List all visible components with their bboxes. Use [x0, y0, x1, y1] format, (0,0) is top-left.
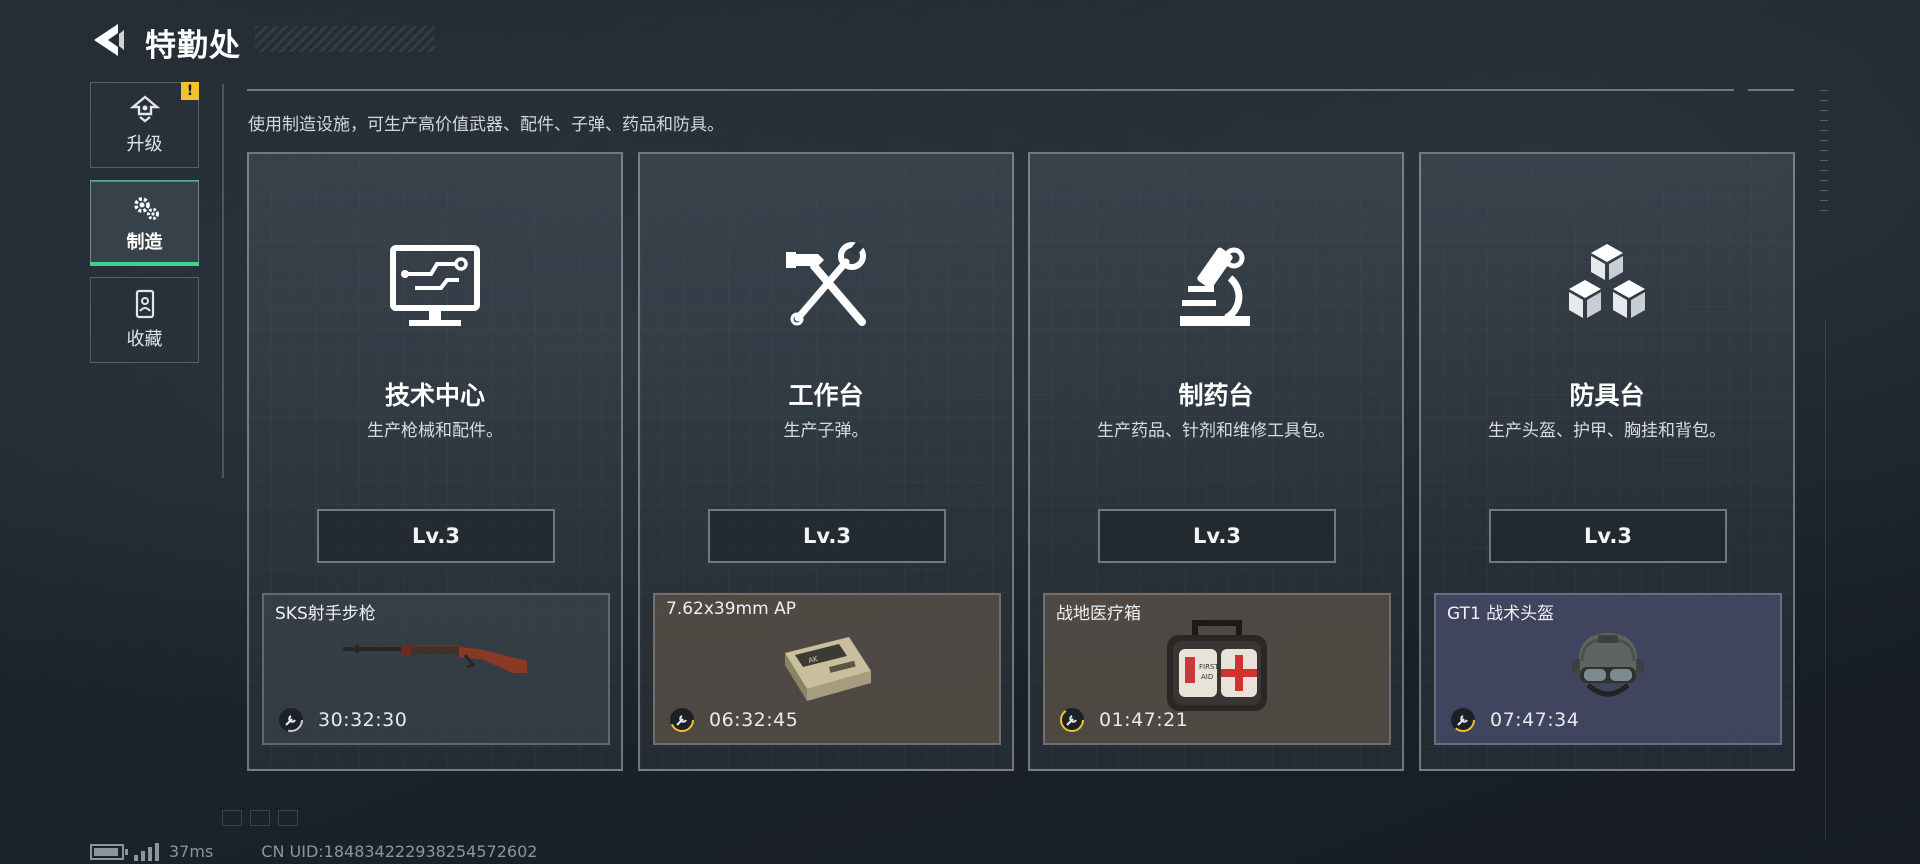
tactical-helmet-icon [1572, 633, 1644, 697]
station-card-armor[interactable]: 防具台 生产头盔、护甲、胸挂和背包。 Lv.3 GT1 战术头盔 07:47:3… [1419, 152, 1795, 771]
station-subtitle: 生产子弹。 [783, 421, 869, 441]
sidebar-item-collection[interactable]: 收藏 [90, 277, 199, 363]
svg-text:AID: AID [1201, 673, 1213, 681]
craft-timer: 01:47:21 [1059, 707, 1188, 733]
bottom-decoration [222, 810, 298, 826]
craft-item-name: SKS射手步枪 [275, 604, 376, 624]
station-level-button[interactable]: Lv.3 [1098, 509, 1336, 563]
craft-timer-text: 07:47:34 [1490, 709, 1580, 731]
station-card-pharmacy[interactable]: 制药台 生产药品、针剂和维修工具包。 Lv.3 战地医疗箱 FIRST AID … [1028, 152, 1404, 771]
station-subtitle: 生产药品、针剂和维修工具包。 [1097, 421, 1335, 441]
craft-timer: 30:32:30 [278, 707, 407, 733]
craft-timer-text: 01:47:21 [1099, 709, 1189, 731]
craft-item-name: 战地医疗箱 [1056, 604, 1141, 624]
station-title: 工作台 [788, 381, 864, 410]
craft-timer: 06:32:45 [669, 707, 798, 733]
right-edge-decoration [1820, 90, 1828, 220]
svg-text:FIRST: FIRST [1199, 663, 1219, 671]
page-description: 使用制造设施，可生产高价值武器、配件、子弹、药品和防具。 [248, 115, 724, 135]
sidebar-divider [222, 84, 224, 478]
sidebar-item-upgrade[interactable]: ! 升级 [90, 82, 199, 168]
top-divider [247, 89, 1734, 91]
right-edge-line [1825, 320, 1826, 840]
station-subtitle: 生产头盔、护甲、胸挂和背包。 [1488, 421, 1726, 441]
wrench-timer-icon [1060, 708, 1084, 732]
craft-timer-text: 06:32:45 [709, 709, 799, 731]
back-button[interactable] [88, 18, 132, 62]
wrench-timer-icon [279, 708, 303, 732]
craft-item-name: 7.62x39mm AP [666, 599, 796, 619]
station-level-button[interactable]: Lv.3 [317, 509, 555, 563]
craft-item-name: GT1 战术头盔 [1447, 604, 1555, 624]
user-uid: CN UID:184834222938254572602 [261, 842, 538, 861]
header-decoration [255, 26, 435, 52]
sidebar-item-craft[interactable]: 制造 [90, 180, 199, 266]
top-divider-end [1748, 89, 1794, 91]
wrench-timer-icon [670, 708, 694, 732]
alert-badge: ! [181, 82, 199, 100]
sidebar-item-label: 制造 [126, 232, 163, 253]
craft-timer-text: 30:32:30 [318, 709, 408, 731]
craft-slot[interactable]: 战地医疗箱 FIRST AID 01:47:21 [1043, 593, 1391, 745]
computer-monitor-icon [390, 245, 480, 326]
station-level-button[interactable]: Lv.3 [1489, 509, 1727, 563]
craft-timer: 07:47:34 [1450, 707, 1579, 733]
wrench-timer-icon [1451, 708, 1475, 732]
back-arrow-icon [94, 24, 124, 56]
ammo-box-icon: AK [785, 637, 871, 701]
microscope-icon [1180, 247, 1250, 326]
first-aid-kit-icon: FIRST AID [1167, 620, 1267, 711]
cubes-icon [1569, 244, 1645, 318]
station-title: 技术中心 [384, 381, 485, 410]
ping-text: 37ms [169, 842, 214, 861]
station-card-tech-center[interactable]: 技术中心 生产枪械和配件。 Lv.3 SKS射手步枪 30:32:30 [247, 152, 623, 771]
page-title: 特勤处 [145, 28, 241, 64]
craft-slot[interactable]: 7.62x39mm AP AK 06:32:45 [653, 593, 1001, 745]
collection-icon [135, 289, 154, 319]
station-card-workbench[interactable]: 工作台 生产子弹。 Lv.3 7.62x39mm AP AK 06:32:45 [638, 152, 1014, 771]
station-title: 制药台 [1178, 381, 1254, 410]
sidebar-item-label: 升级 [126, 134, 163, 155]
status-bar: 37ms CN UID:184834222938254572602 [90, 842, 537, 861]
craft-slot[interactable]: SKS射手步枪 30:32:30 [262, 593, 610, 745]
station-title: 防具台 [1569, 381, 1645, 410]
gears-icon [133, 197, 159, 220]
upgrade-icon [129, 95, 160, 123]
signal-icon [134, 842, 159, 861]
station-subtitle: 生产枪械和配件。 [367, 421, 503, 441]
sidebar-item-label: 收藏 [126, 329, 163, 350]
station-level-button[interactable]: Lv.3 [708, 509, 946, 563]
craft-slot[interactable]: GT1 战术头盔 07:47:34 [1434, 593, 1782, 745]
battery-icon [90, 843, 128, 860]
sks-rifle-icon [343, 645, 527, 673]
hammer-wrench-icon [786, 242, 866, 326]
